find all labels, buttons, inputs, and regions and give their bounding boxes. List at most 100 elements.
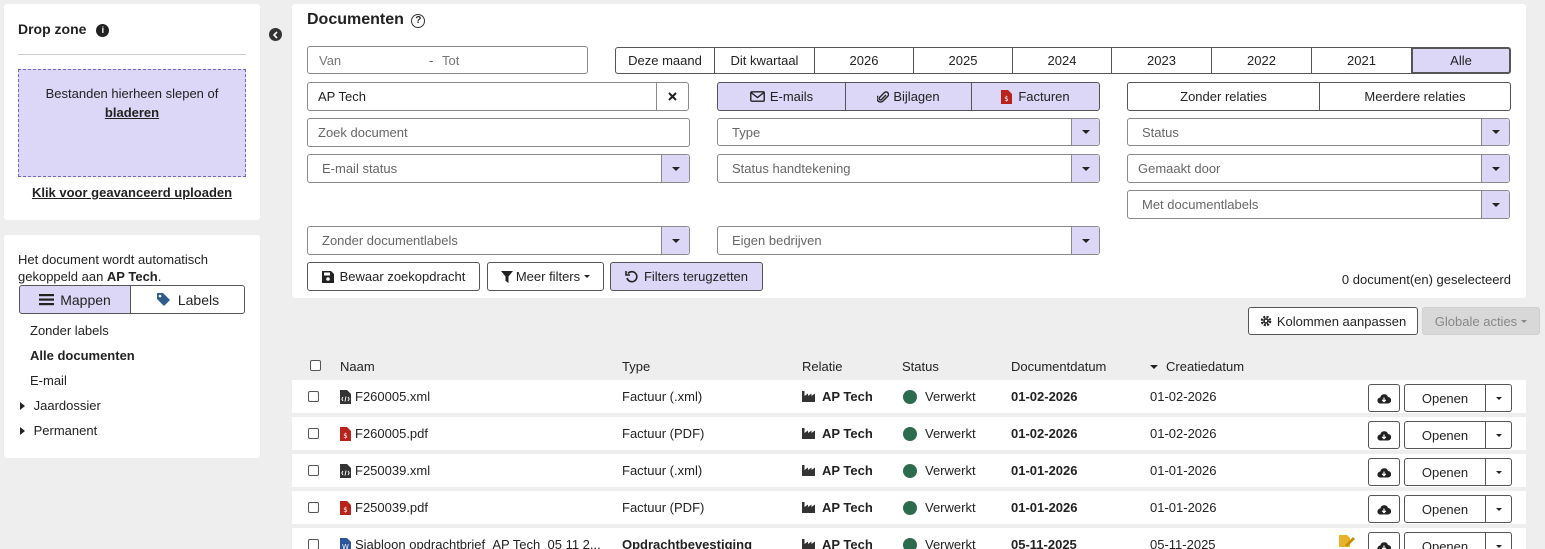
open-button[interactable]: Openen xyxy=(1404,532,1486,549)
row-checkbox[interactable] xyxy=(308,428,319,439)
period-this-month[interactable]: Deze maand xyxy=(615,47,715,74)
row-checkbox[interactable] xyxy=(308,539,319,549)
without-relations-button[interactable]: Zonder relaties xyxy=(1127,82,1320,111)
chevron-down-icon[interactable] xyxy=(1481,119,1509,145)
help-icon[interactable]: ? xyxy=(411,13,426,28)
download-button[interactable] xyxy=(1368,421,1400,449)
row-name[interactable]: $ F260005.pdf xyxy=(340,417,428,450)
collapse-sidebar-icon[interactable] xyxy=(269,28,282,41)
nav-item-permanent[interactable]: Permanent xyxy=(18,423,97,438)
chevron-down-icon[interactable] xyxy=(1071,119,1099,145)
reset-filters-button[interactable]: Filters terugzetten xyxy=(610,262,763,291)
select-all-checkbox[interactable] xyxy=(310,360,321,371)
header-name[interactable]: Naam xyxy=(340,359,375,374)
created-by-select[interactable]: Gemaakt door xyxy=(1127,154,1510,183)
row-relation[interactable]: AP Tech xyxy=(802,380,873,413)
type-select[interactable]: Type xyxy=(717,118,1100,146)
period-2024[interactable]: 2024 xyxy=(1012,47,1112,74)
row-name[interactable]: F260005.xml xyxy=(340,380,430,413)
header-type[interactable]: Type xyxy=(622,359,650,374)
table-row[interactable]: $ F260005.pdf Factuur (PDF) AP Tech Verw… xyxy=(292,417,1526,450)
table-row[interactable]: F250039.xml Factuur (.xml) AP Tech Verwe… xyxy=(292,454,1526,487)
info-icon[interactable]: i xyxy=(96,23,110,37)
table-row[interactable]: $ F250039.pdf Factuur (PDF) AP Tech Verw… xyxy=(292,491,1526,524)
open-options-dropdown[interactable] xyxy=(1485,421,1512,449)
download-button[interactable] xyxy=(1368,495,1400,523)
chevron-down-icon[interactable] xyxy=(1481,191,1509,218)
browse-link[interactable]: bladeren xyxy=(105,105,159,120)
download-button[interactable] xyxy=(1368,458,1400,486)
row-relation[interactable]: AP Tech xyxy=(802,417,873,450)
chevron-down-icon[interactable] xyxy=(661,155,689,182)
filter-emails-button[interactable]: E-mails xyxy=(717,82,846,111)
period-this-quarter[interactable]: Dit kwartaal xyxy=(714,47,815,74)
search-document-input[interactable]: Zoek document xyxy=(307,118,690,147)
filter-invoices-button[interactable]: $ Facturen xyxy=(971,82,1100,111)
tab-labels[interactable]: Labels xyxy=(130,285,245,314)
row-name[interactable]: W Sjabloon opdrachtbrief_AP Tech_05 11 2… xyxy=(340,528,601,549)
nav-item-all-documents[interactable]: Alle documenten xyxy=(30,348,135,363)
chevron-down-icon[interactable] xyxy=(1071,155,1099,182)
signature-status-select[interactable]: Status handtekening xyxy=(717,154,1100,183)
filter-attachments-button[interactable]: Bijlagen xyxy=(845,82,972,111)
nav-item-annual-file[interactable]: Jaardossier xyxy=(18,398,101,413)
drop-area[interactable]: Bestanden hierheen slepen of bladeren xyxy=(18,69,246,177)
row-relation[interactable]: AP Tech xyxy=(802,491,873,524)
row-name[interactable]: F250039.xml xyxy=(340,454,430,487)
email-status-select[interactable]: E-mail status xyxy=(307,154,690,183)
row-checkbox-cell xyxy=(308,454,319,487)
advanced-upload-link[interactable]: Klik voor geavanceerd uploaden xyxy=(4,185,260,200)
open-options-dropdown[interactable] xyxy=(1485,532,1512,549)
chevron-down-icon[interactable] xyxy=(661,227,689,254)
open-options-dropdown[interactable] xyxy=(1485,384,1512,412)
header-relation[interactable]: Relatie xyxy=(802,359,842,374)
company-icon xyxy=(802,539,815,549)
tab-folders[interactable]: Mappen xyxy=(19,285,131,314)
row-checkbox[interactable] xyxy=(308,391,319,402)
date-range-field[interactable]: Van - Tot xyxy=(307,46,588,74)
clear-relation-button[interactable] xyxy=(656,83,688,110)
header-creation-date[interactable]: Creatiedatum xyxy=(1166,359,1244,374)
nav-item-without-labels[interactable]: Zonder labels xyxy=(30,323,109,338)
period-2022[interactable]: 2022 xyxy=(1211,47,1312,74)
table-row[interactable]: W Sjabloon opdrachtbrief_AP Tech_05 11 2… xyxy=(292,528,1526,549)
with-labels-select[interactable]: Met documentlabels xyxy=(1127,190,1510,219)
open-button[interactable]: Openen xyxy=(1404,421,1486,449)
signature-pen-icon[interactable] xyxy=(1337,524,1355,549)
open-options-dropdown[interactable] xyxy=(1485,458,1512,486)
period-2023[interactable]: 2023 xyxy=(1111,47,1212,74)
chevron-down-icon[interactable] xyxy=(1481,155,1509,182)
row-name[interactable]: $ F250039.pdf xyxy=(340,491,428,524)
date-from-input[interactable]: Van xyxy=(319,53,341,68)
download-button[interactable] xyxy=(1368,384,1400,412)
row-relation[interactable]: AP Tech xyxy=(802,454,873,487)
chevron-down-icon[interactable] xyxy=(1071,227,1099,254)
open-button[interactable]: Openen xyxy=(1404,495,1486,523)
multiple-relations-button[interactable]: Meerdere relaties xyxy=(1319,82,1511,111)
date-to-input[interactable]: Tot xyxy=(442,53,459,68)
save-search-button[interactable]: Bewaar zoekopdracht xyxy=(307,262,480,291)
svg-text:W: W xyxy=(342,543,349,549)
status-select[interactable]: Status xyxy=(1127,118,1510,146)
without-labels-select[interactable]: Zonder documentlabels xyxy=(307,226,690,255)
own-companies-select[interactable]: Eigen bedrijven xyxy=(717,226,1100,255)
header-document-date[interactable]: Documentdatum xyxy=(1011,359,1106,374)
row-checkbox[interactable] xyxy=(308,465,319,476)
table-row[interactable]: F260005.xml Factuur (.xml) AP Tech Verwe… xyxy=(292,380,1526,413)
period-2025[interactable]: 2025 xyxy=(913,47,1013,74)
nav-item-email[interactable]: E-mail xyxy=(30,373,67,388)
open-button[interactable]: Openen xyxy=(1404,384,1486,412)
open-button[interactable]: Openen xyxy=(1404,458,1486,486)
download-button[interactable] xyxy=(1368,532,1400,549)
more-filters-button[interactable]: Meer filters xyxy=(487,262,604,291)
header-status[interactable]: Status xyxy=(902,359,939,374)
row-checkbox[interactable] xyxy=(308,502,319,513)
period-all[interactable]: Alle xyxy=(1411,47,1511,74)
relation-field[interactable]: AP Tech xyxy=(307,82,689,111)
global-actions-button[interactable]: Globale acties xyxy=(1422,307,1540,335)
row-relation[interactable]: AP Tech xyxy=(802,528,873,549)
customize-columns-button[interactable]: Kolommen aanpassen xyxy=(1248,307,1418,335)
open-options-dropdown[interactable] xyxy=(1485,495,1512,523)
period-2026[interactable]: 2026 xyxy=(814,47,914,74)
period-2021[interactable]: 2021 xyxy=(1311,47,1412,74)
